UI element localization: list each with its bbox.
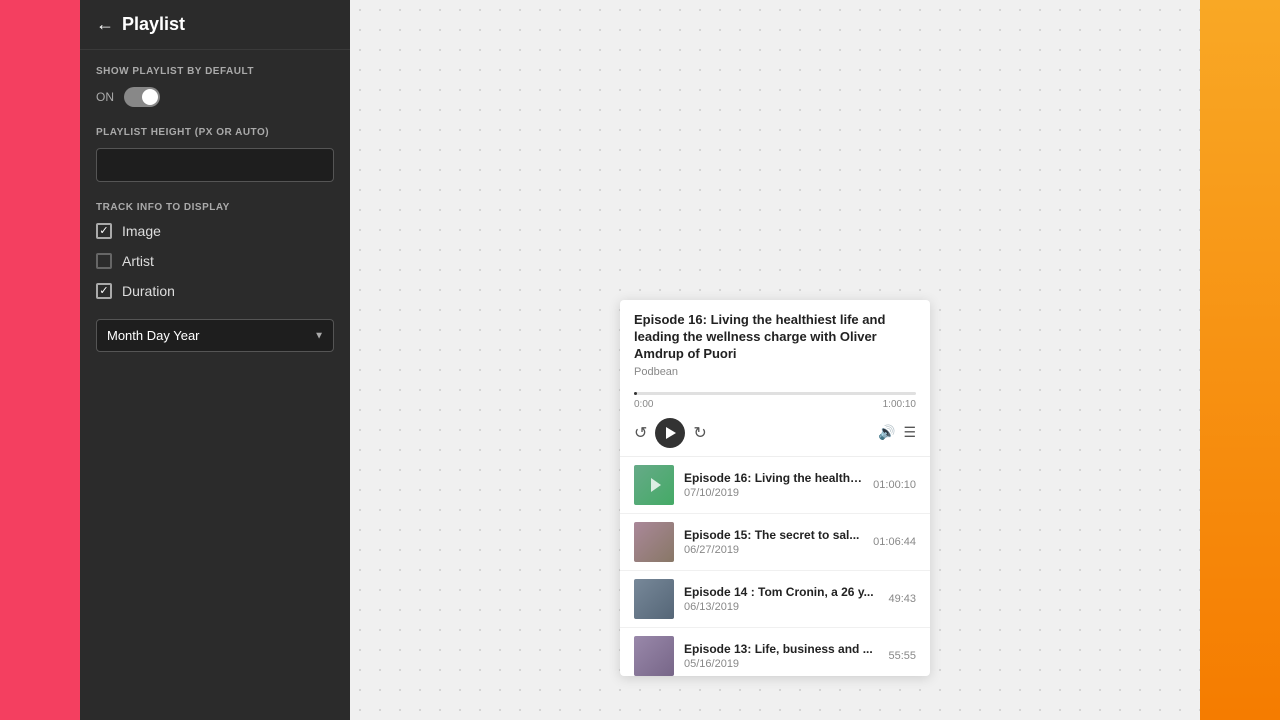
episode-info-4: Episode 13: Life, business and ... 05/16… bbox=[684, 642, 878, 670]
playlist-button[interactable]: ☰ bbox=[903, 424, 916, 441]
episode-info-1: Episode 16: Living the healthi... 07/10/… bbox=[684, 471, 863, 499]
toggle-on-label: ON bbox=[96, 90, 114, 104]
forward-icon: ↻ bbox=[693, 423, 706, 443]
episode-duration-3: 49:43 bbox=[888, 593, 916, 605]
playlist-item[interactable]: Episode 14 : Tom Cronin, a 26 y... 06/13… bbox=[620, 571, 930, 628]
episode-title-3: Episode 14 : Tom Cronin, a 26 y... bbox=[684, 585, 878, 599]
episode-title-4: Episode 13: Life, business and ... bbox=[684, 642, 878, 656]
track-info-label: TRACK INFO TO DISPLAY bbox=[96, 202, 334, 213]
playlist-toggle-icon: ☰ bbox=[903, 424, 916, 441]
current-time: 0:00 bbox=[634, 399, 653, 410]
date-format-setting: Month Day Year Day Month Year Year Month… bbox=[96, 319, 334, 352]
forward-button[interactable]: ↻ bbox=[693, 423, 706, 443]
artist-checkbox-row[interactable]: Artist bbox=[96, 253, 334, 269]
player-podcast-name: Podbean bbox=[634, 366, 916, 378]
episode-date-3: 06/13/2019 bbox=[684, 601, 878, 613]
sidebar: ← Playlist SHOW PLAYLIST BY DEFAULT ON P… bbox=[80, 0, 350, 720]
right-strip bbox=[1200, 0, 1280, 720]
player-episode-title: Episode 16: Living the healthiest life a… bbox=[634, 312, 916, 363]
episode-thumb-4 bbox=[634, 636, 674, 676]
toggle-knob bbox=[142, 89, 158, 105]
playlist-toggle[interactable] bbox=[124, 87, 160, 107]
image-checkbox-label: Image bbox=[122, 223, 161, 239]
player-widget: Episode 16: Living the healthiest life a… bbox=[620, 300, 930, 676]
duration-checkbox-row[interactable]: Duration bbox=[96, 283, 334, 299]
volume-icon: 🔊 bbox=[878, 424, 895, 441]
play-button[interactable] bbox=[655, 418, 685, 448]
image-checkbox-row[interactable]: Image bbox=[96, 223, 334, 239]
player-controls: ↺ ↻ 🔊 ☰ bbox=[620, 410, 930, 456]
total-time: 1:00:10 bbox=[883, 399, 916, 410]
volume-button[interactable]: 🔊 bbox=[878, 424, 895, 441]
episode-thumb-1 bbox=[634, 465, 674, 505]
playlist-list: Episode 16: Living the healthi... 07/10/… bbox=[620, 456, 930, 676]
artist-checkbox[interactable] bbox=[96, 253, 112, 269]
episode-date-1: 07/10/2019 bbox=[684, 487, 863, 499]
episode-title-2: Episode 15: The secret to sal... bbox=[684, 528, 863, 542]
rewind-icon: ↺ bbox=[634, 423, 647, 443]
playlist-list-container: Episode 16: Living the healthi... 07/10/… bbox=[620, 456, 930, 676]
back-button[interactable]: ← bbox=[96, 14, 114, 35]
episode-thumb-3 bbox=[634, 579, 674, 619]
progress-times: 0:00 1:00:10 bbox=[634, 399, 916, 410]
show-playlist-setting: SHOW PLAYLIST BY DEFAULT ON bbox=[96, 66, 334, 107]
progress-bar-container[interactable] bbox=[634, 392, 916, 395]
episode-duration-1: 01:00:10 bbox=[873, 479, 916, 491]
sidebar-content: SHOW PLAYLIST BY DEFAULT ON PLAYLIST HEI… bbox=[80, 50, 350, 720]
episode-duration-4: 55:55 bbox=[888, 650, 916, 662]
height-label: PLAYLIST HEIGHT (PX OR AUTO) bbox=[96, 127, 334, 138]
player-progress: 0:00 1:00:10 bbox=[620, 386, 930, 410]
episode-thumb-2 bbox=[634, 522, 674, 562]
playlist-item[interactable]: Episode 15: The secret to sal... 06/27/2… bbox=[620, 514, 930, 571]
toggle-slider bbox=[124, 87, 160, 107]
progress-bar-fill bbox=[634, 392, 637, 395]
track-info-setting: TRACK INFO TO DISPLAY Image Artist Durat… bbox=[96, 202, 334, 299]
episode-title-1: Episode 16: Living the healthi... bbox=[684, 471, 863, 485]
player-header: Episode 16: Living the healthiest life a… bbox=[620, 300, 930, 386]
sidebar-header: ← Playlist bbox=[80, 0, 350, 50]
height-input[interactable]: 280 bbox=[96, 148, 334, 182]
duration-checkbox[interactable] bbox=[96, 283, 112, 299]
episode-info-2: Episode 15: The secret to sal... 06/27/2… bbox=[684, 528, 863, 556]
episode-date-4: 05/16/2019 bbox=[684, 658, 878, 670]
episode-info-3: Episode 14 : Tom Cronin, a 26 y... 06/13… bbox=[684, 585, 878, 613]
left-strip bbox=[0, 0, 80, 720]
date-format-select[interactable]: Month Day Year Day Month Year Year Month… bbox=[96, 319, 334, 352]
artist-checkbox-label: Artist bbox=[122, 253, 154, 269]
height-setting: PLAYLIST HEIGHT (PX OR AUTO) 280 bbox=[96, 127, 334, 182]
show-playlist-label: SHOW PLAYLIST BY DEFAULT bbox=[96, 66, 334, 77]
duration-checkbox-label: Duration bbox=[122, 283, 175, 299]
playlist-item[interactable]: Episode 16: Living the healthi... 07/10/… bbox=[620, 457, 930, 514]
play-indicator-1 bbox=[651, 478, 661, 492]
image-checkbox[interactable] bbox=[96, 223, 112, 239]
date-format-wrapper: Month Day Year Day Month Year Year Month… bbox=[96, 319, 334, 352]
playlist-item[interactable]: Episode 13: Life, business and ... 05/16… bbox=[620, 628, 930, 676]
sidebar-title: Playlist bbox=[122, 14, 185, 35]
main-content: Episode 16: Living the healthiest life a… bbox=[350, 0, 1200, 720]
rewind-button[interactable]: ↺ bbox=[634, 423, 647, 443]
toggle-row: ON bbox=[96, 87, 334, 107]
episode-date-2: 06/27/2019 bbox=[684, 544, 863, 556]
episode-duration-2: 01:06:44 bbox=[873, 536, 916, 548]
